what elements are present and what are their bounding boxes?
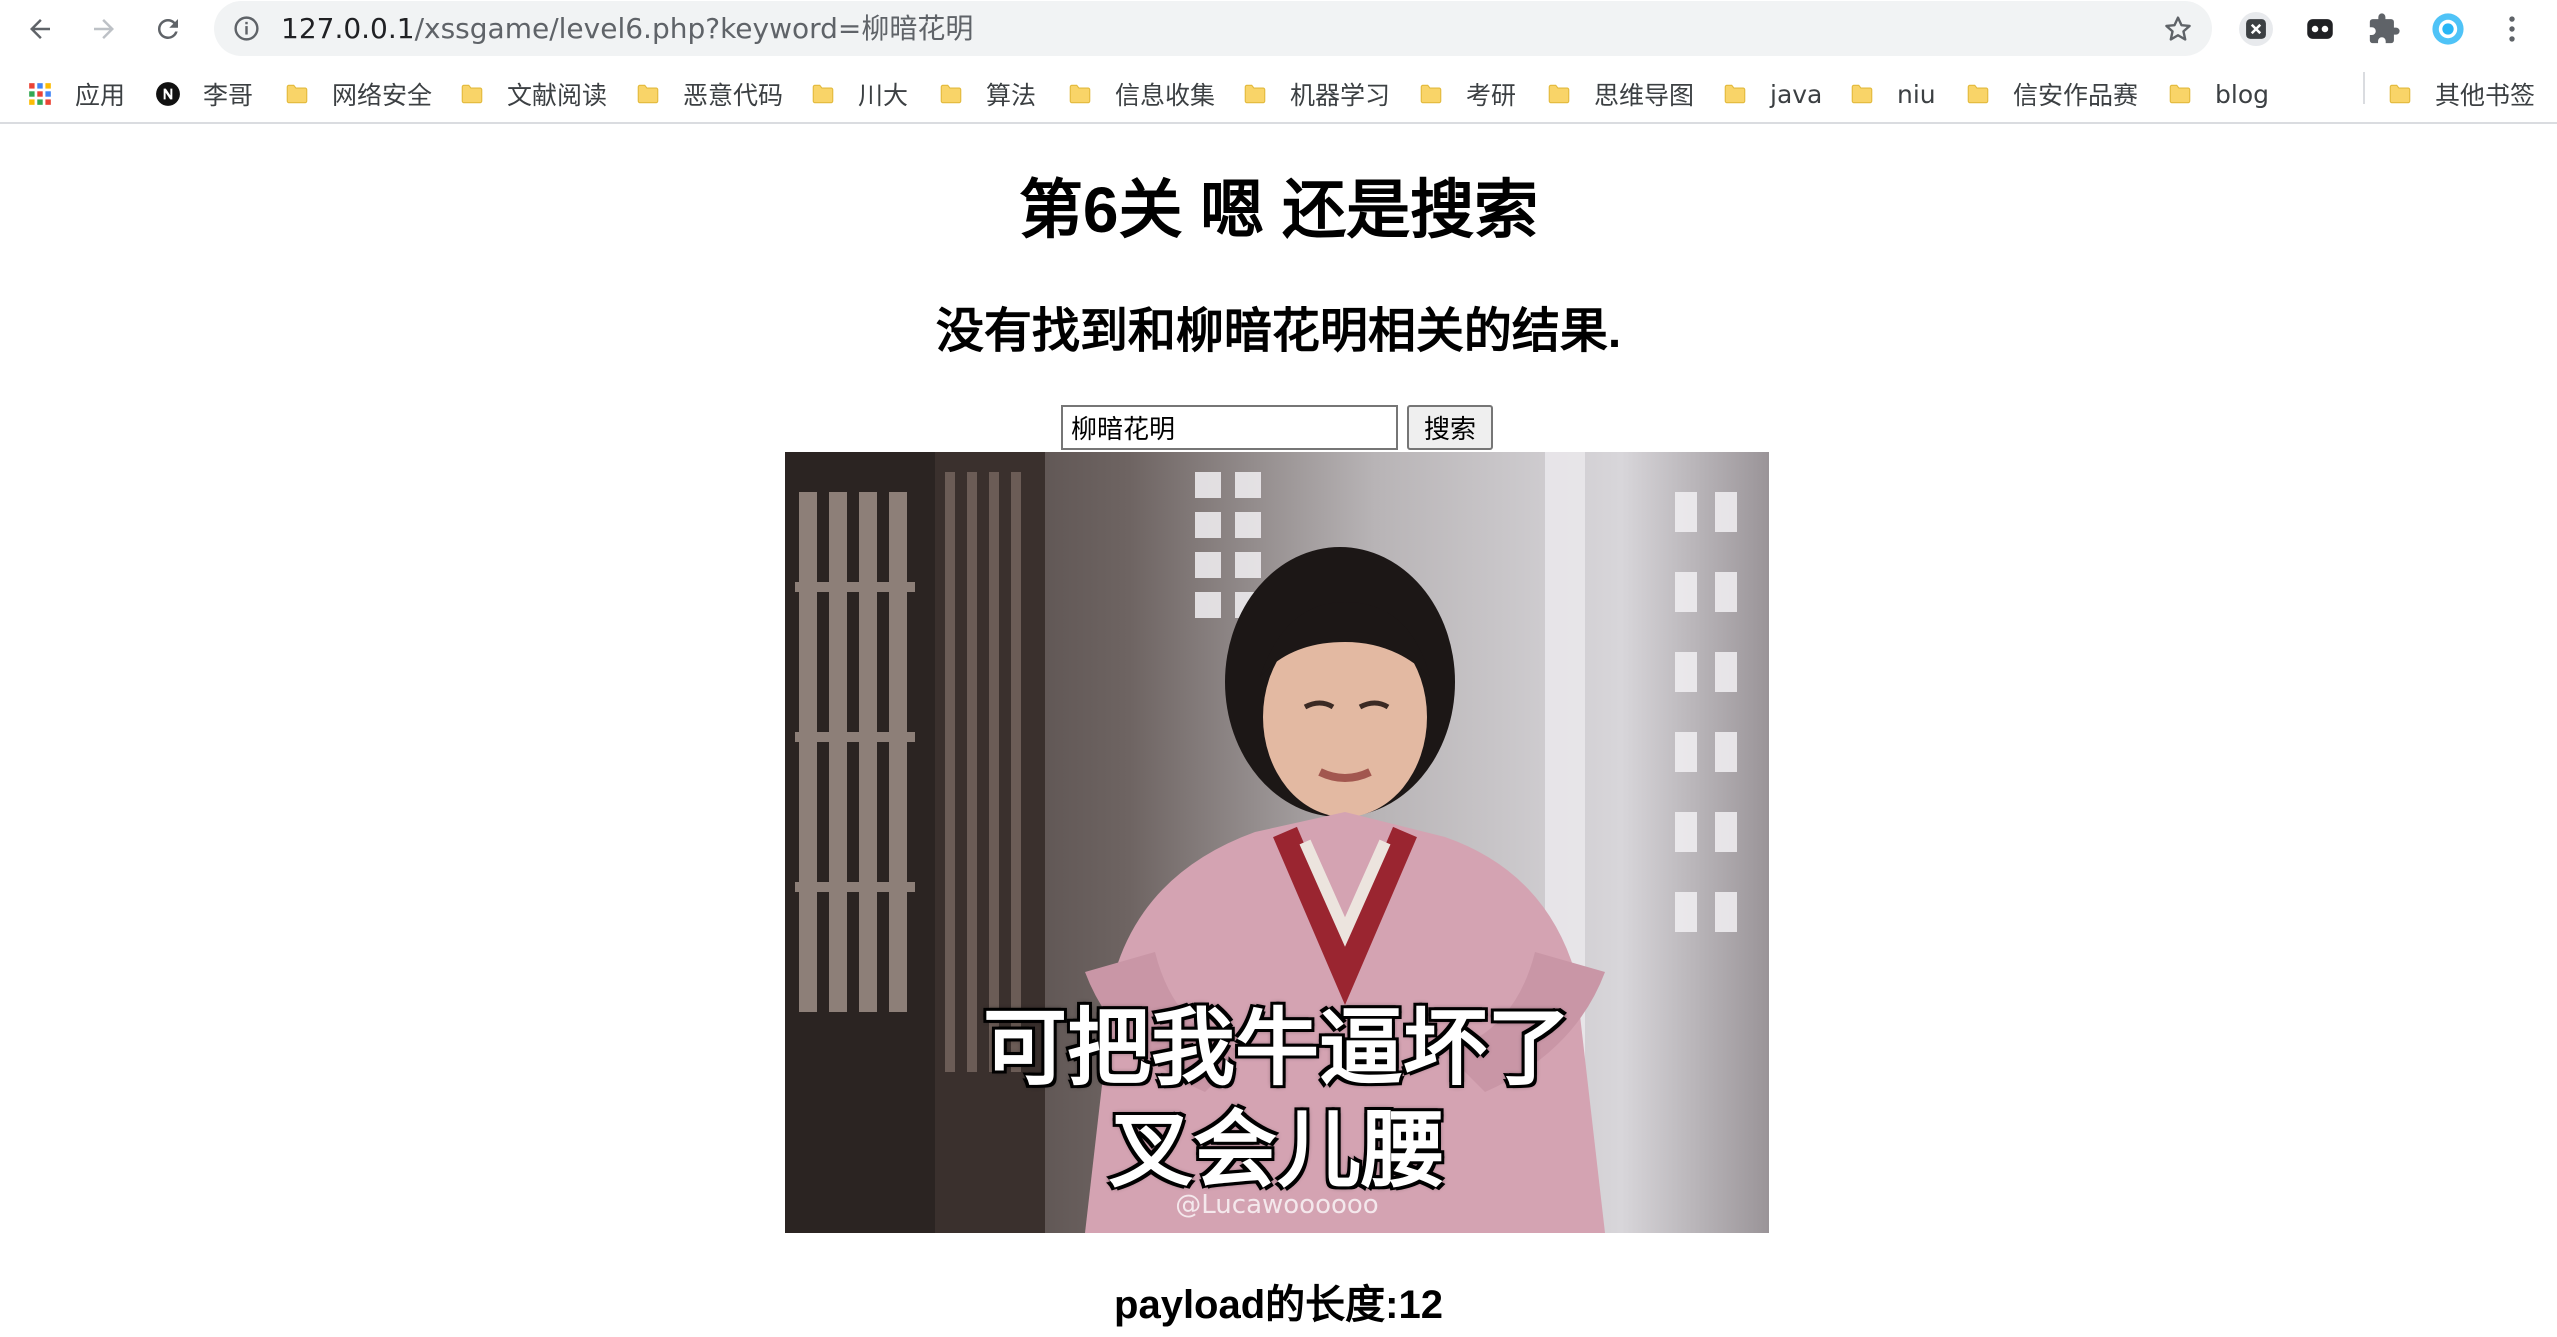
bookmark-other-folder[interactable]: 其他书签 xyxy=(2387,76,2535,112)
page-title: 第6关 嗯 还是搜索 xyxy=(1018,174,1539,246)
bookmark-label: 信息收集 xyxy=(1115,81,1216,110)
search-button[interactable]: 搜索 xyxy=(1407,405,1493,450)
folder-icon xyxy=(2389,84,2411,104)
payload-length-text: payload的长度:12 xyxy=(1114,1283,1443,1327)
bookmark-label: 网络安全 xyxy=(332,81,433,110)
search-input[interactable] xyxy=(1061,405,1398,450)
bookmarks-bar: 应用 李哥 网络安全 文献阅读 恶意代码 川大 算法 信息收集 机器学习 考研 … xyxy=(0,66,2557,124)
arrow-right-icon xyxy=(94,19,114,39)
bookmark-label: 文献阅读 xyxy=(507,81,608,110)
bookmark-folder-niu[interactable]: niu xyxy=(1849,76,1936,112)
folder-icon xyxy=(461,84,483,104)
bookmarks-divider xyxy=(2363,72,2365,104)
bookmark-label: 考研 xyxy=(1466,81,1517,110)
folder-icon xyxy=(940,84,962,104)
bookmark-folder-recon[interactable]: 信息收集 xyxy=(1067,76,1215,112)
folder-icon xyxy=(1851,84,1873,104)
extension-x-button[interactable] xyxy=(2236,9,2276,49)
bookmark-folder-algorithm[interactable]: 算法 xyxy=(938,76,1036,112)
bookmark-folder-scu[interactable]: 川大 xyxy=(810,76,908,112)
url-path: /xssgame/level6.php?keyword=柳暗花明 xyxy=(414,12,974,45)
info-icon[interactable] xyxy=(232,14,261,43)
folder-icon xyxy=(637,84,659,104)
bookmark-label: blog xyxy=(2215,79,2269,109)
reload-button[interactable] xyxy=(146,7,190,51)
extension-x-icon xyxy=(2239,12,2273,46)
folder-icon xyxy=(1967,84,1989,104)
mask-icon xyxy=(2307,19,2333,39)
puzzle-icon xyxy=(2369,13,2400,44)
bookmark-label: niu xyxy=(1897,79,1936,109)
meme-watermark: @Lucawoooooo xyxy=(1175,1190,1379,1220)
bookmark-label: 川大 xyxy=(858,81,909,110)
bookmark-label: 其他书签 xyxy=(2435,81,2536,110)
browser-toolbar: 127.0.0.1/xssgame/level6.php?keyword=柳暗花… xyxy=(0,0,2557,58)
bookmark-folder-contest[interactable]: 信安作品赛 xyxy=(1965,76,2138,112)
meme-caption-line2: 叉会儿腰 xyxy=(1108,1101,1445,1199)
folder-icon xyxy=(812,84,834,104)
back-button[interactable] xyxy=(18,7,62,51)
avatar-icon xyxy=(2432,13,2464,45)
folder-icon xyxy=(1548,84,1570,104)
bookmark-folder-java[interactable]: java xyxy=(1722,76,1822,112)
folder-icon xyxy=(1420,84,1442,104)
address-bar[interactable]: 127.0.0.1/xssgame/level6.php?keyword=柳暗花… xyxy=(214,1,2212,56)
bookmark-folder-netsec[interactable]: 网络安全 xyxy=(284,76,432,112)
arrow-left-icon xyxy=(30,19,50,39)
bookmark-folder-ml[interactable]: 机器学习 xyxy=(1242,76,1390,112)
reload-icon xyxy=(157,18,178,39)
star-icon[interactable] xyxy=(2162,13,2194,45)
meme-image: 可把我牛逼坏了 叉会儿腰 @Lucawoooooo xyxy=(785,452,1769,1233)
bookmark-label: 思维导图 xyxy=(1594,81,1695,110)
bookmark-folder-blog[interactable]: blog xyxy=(2167,76,2269,112)
bookmark-folder-kaoyan[interactable]: 考研 xyxy=(1418,76,1516,112)
folder-icon xyxy=(2169,84,2191,104)
bookmark-label: 信安作品赛 xyxy=(2013,81,2139,110)
bookmark-folder-mindmap[interactable]: 思维导图 xyxy=(1546,76,1694,112)
profile-avatar-button[interactable] xyxy=(2428,9,2468,49)
bookmark-label: 应用 xyxy=(75,81,126,110)
forward-button[interactable] xyxy=(82,7,126,51)
bookmark-folder-malware[interactable]: 恶意代码 xyxy=(635,76,783,112)
menu-button[interactable] xyxy=(2492,9,2532,49)
bookmark-label: 恶意代码 xyxy=(683,81,784,110)
folder-icon xyxy=(1724,84,1746,104)
bookmark-apps[interactable]: 应用 xyxy=(27,76,125,112)
bookmark-label: 李哥 xyxy=(203,81,254,110)
bookmark-folder-papers[interactable]: 文献阅读 xyxy=(459,76,607,112)
folder-icon xyxy=(1244,84,1266,104)
search-result-message: 没有找到和柳暗花明相关的结果. xyxy=(935,305,1622,358)
url-text[interactable]: 127.0.0.1/xssgame/level6.php?keyword=柳暗花… xyxy=(281,13,973,45)
extension-mask-button[interactable] xyxy=(2300,9,2340,49)
url-host: 127.0.0.1 xyxy=(281,12,415,45)
bookmark-lige[interactable]: 李哥 xyxy=(155,76,253,112)
folder-icon xyxy=(1069,84,1091,104)
folder-icon xyxy=(286,84,308,104)
extensions-button[interactable] xyxy=(2364,9,2404,49)
bookmark-label: 机器学习 xyxy=(1290,81,1391,110)
meme-caption-line1: 可把我牛逼坏了 xyxy=(982,999,1571,1097)
more-vertical-icon xyxy=(2509,16,2515,42)
bookmark-label: 算法 xyxy=(986,81,1037,110)
bookmark-label: java xyxy=(1770,79,1823,109)
apps-grid-icon xyxy=(29,83,51,105)
site-n-icon xyxy=(156,82,180,106)
